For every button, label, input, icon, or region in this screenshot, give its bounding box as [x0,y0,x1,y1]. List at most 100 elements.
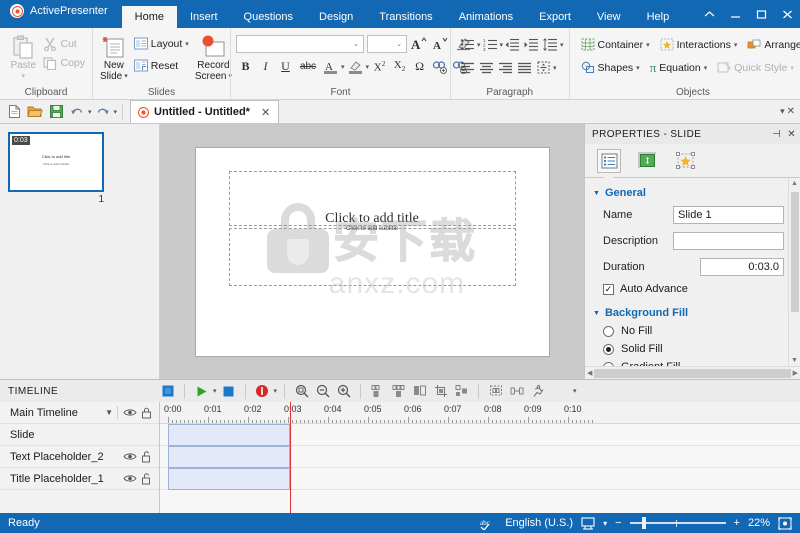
timeline-playhead[interactable] [290,402,291,513]
gradient-fill-radio[interactable] [603,361,614,366]
interactions-button[interactable]: Interactions ▾ [657,35,741,54]
line-spacing-button[interactable] [541,35,560,54]
tab-size-properties[interactable] [635,149,659,173]
timeline-bar-slide[interactable] [168,424,290,446]
name-input[interactable]: Slide 1 [673,206,784,224]
subscript-button[interactable]: X2 [390,57,409,76]
subtitle-placeholder[interactable]: Click to add subtitle [228,226,516,286]
arrange-button[interactable]: Arrange ▾ [744,35,800,54]
properties-vertical-scrollbar[interactable]: ▲ ▼ [788,178,800,366]
document-tab-close-icon[interactable]: ✕ [261,106,270,119]
general-section-header[interactable]: ▼ General [585,184,800,202]
gradient-fill-row[interactable]: Gradient Fill [585,358,800,366]
redo-caret-icon[interactable]: ▾ [114,108,118,116]
zoom-out-button[interactable] [313,382,332,401]
vertical-align-caret-icon[interactable]: ▾ [553,64,557,72]
unlock-icon[interactable] [141,450,159,463]
container-caret-icon[interactable]: ▾ [646,41,650,49]
slide-thumbnail-item[interactable]: 0:03 Click to add title Click to add sub… [8,132,104,205]
no-fill-row[interactable]: No Fill [585,322,800,340]
shapes-button[interactable]: Shapes ▾ [578,58,643,77]
superscript-button[interactable]: X2 [370,57,389,76]
align-right-button[interactable] [496,58,515,77]
zoom-out-label[interactable]: − [615,517,621,529]
title-placeholder[interactable]: Click to add title [228,170,516,226]
copy-button[interactable]: Copy [40,53,88,72]
underline-button[interactable]: U [276,57,295,76]
strikethrough-button[interactable]: abc [296,57,320,76]
zoom-percent-label[interactable]: 22% [748,517,770,529]
play-caret-icon[interactable]: ▾ [213,387,217,395]
record-button[interactable] [253,382,272,401]
timeline-tracks-area[interactable]: 0:00 0:01 0:02 0:03 0:04 0:05 0:06 0:07 … [160,402,800,513]
lock-icon[interactable] [141,407,159,419]
text-color-button[interactable]: A [321,57,340,76]
zoom-slider[interactable] [629,517,726,529]
timeline-bar-title-placeholder[interactable] [168,468,290,490]
record-screen-button[interactable]: Record Screen ▾ [194,32,233,82]
save-document-button[interactable] [46,102,66,122]
properties-horizontal-scrollbar[interactable]: ◀ ▶ [585,366,800,379]
maximize-icon[interactable] [748,0,774,28]
unlock-icon[interactable] [141,472,159,485]
main-timeline-row[interactable]: Main Timeline ▼ [0,402,159,424]
align-center-button[interactable] [477,58,496,77]
redo-button[interactable] [93,102,113,122]
collapse-ribbon-icon[interactable] [696,0,722,28]
tab-slide-properties[interactable] [597,148,621,173]
properties-hscroll-thumb[interactable] [594,368,791,378]
description-input[interactable] [673,232,784,250]
vertical-align-button[interactable] [534,58,553,77]
undo-caret-icon[interactable]: ▾ [88,108,92,116]
reset-button[interactable]: Reset [131,56,192,75]
increase-indent-button[interactable] [522,35,541,54]
split-button[interactable] [410,382,429,401]
auto-advance-checkbox[interactable]: ✓ [603,283,614,295]
play-button[interactable] [192,382,211,401]
timeline-row-slide[interactable] [160,424,800,446]
tab-interactivity-properties[interactable] [673,149,697,173]
duration-input[interactable]: 0:03.0 [700,258,784,276]
numbered-list-button[interactable]: 123 [481,35,500,54]
tab-list-dropdown-icon[interactable]: ▾ [780,106,785,117]
crop-button[interactable] [431,382,450,401]
quick-style-caret-icon[interactable]: ▾ [790,64,794,72]
zoom-in-button[interactable] [334,382,353,401]
text-color-caret-icon[interactable]: ▾ [341,63,345,71]
timeline-overflow-caret-icon[interactable]: ▾ [573,387,577,395]
font-name-combo[interactable]: ⌄ [236,34,364,53]
scroll-down-arrow-icon[interactable]: ▼ [791,357,798,364]
fit-to-window-icon[interactable] [778,516,792,530]
quick-style-button[interactable]: Quick Style ▾ [714,58,797,77]
visibility-icon[interactable] [123,452,141,461]
close-icon[interactable] [774,0,800,28]
bold-button[interactable]: B [236,57,255,76]
scroll-left-arrow-icon[interactable]: ◀ [587,369,592,377]
merge-tracks-button[interactable] [452,382,471,401]
auto-advance-row[interactable]: ✓ Auto Advance [585,280,800,298]
track-row-title-placeholder[interactable]: Title Placeholder_1 [0,468,159,490]
record-caret-icon[interactable]: ▾ [274,387,278,395]
tab-design[interactable]: Design [306,6,366,28]
shrink-font-button[interactable]: A [432,34,451,53]
zoom-in-label[interactable]: + [734,517,740,529]
timeline-bar-text-placeholder[interactable] [168,446,290,468]
slide-canvas[interactable]: Click to add title Click to add subtitle [195,147,549,356]
timeline-row-title-placeholder[interactable] [160,468,800,490]
symbol-button[interactable]: Ω [410,57,429,76]
solid-fill-row[interactable]: Solid Fill [585,340,800,358]
tab-help[interactable]: Help [634,6,683,28]
stop-button[interactable] [219,382,238,401]
language-label[interactable]: English (U.S.) [505,517,573,529]
paste-button[interactable]: Paste ▾ [6,32,40,82]
line-spacing-caret-icon[interactable]: ▾ [560,41,564,49]
view-mode-icon[interactable] [581,516,595,530]
distribute-button[interactable] [507,382,526,401]
font-size-combo[interactable]: ⌄ [367,34,407,53]
decrease-indent-button[interactable] [503,35,522,54]
align-left-button[interactable] [458,58,477,77]
tab-insert[interactable]: Insert [177,6,231,28]
tab-view[interactable]: View [584,6,634,28]
visibility-icon[interactable] [123,474,141,483]
new-slide-button[interactable]: New Slide ▾ [99,32,129,82]
